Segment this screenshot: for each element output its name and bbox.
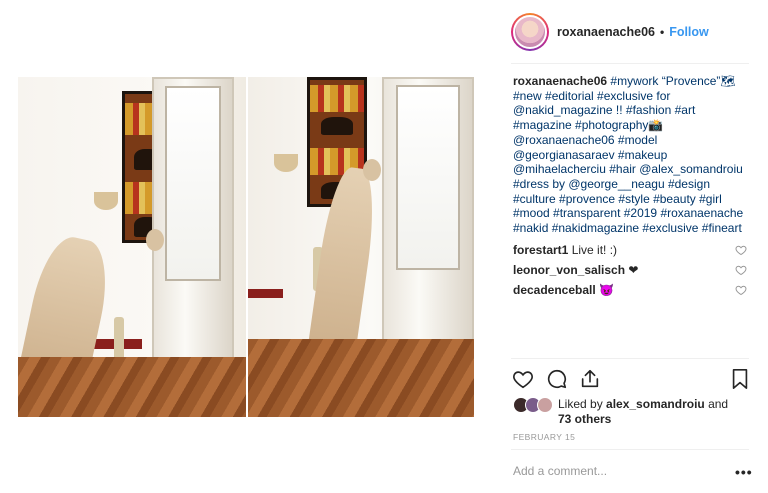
author-avatar[interactable] <box>511 13 549 51</box>
caption-line: #magazine #photography📸 <box>513 118 664 133</box>
comment-text: Live it! :) <box>568 243 618 257</box>
comment-item: forestart1 Live it! :) <box>513 243 749 257</box>
comment-heart-icon[interactable] <box>735 264 747 276</box>
header-divider <box>511 63 749 64</box>
caption-line: #dress by @george__neagu #design <box>513 176 710 191</box>
caption-line: @mihaelacherciu #hair @alex_somandroiu <box>513 162 743 177</box>
share-icon[interactable] <box>579 368 601 390</box>
comment-text: 😈 <box>595 283 614 297</box>
post-actions <box>512 368 750 392</box>
liker-username[interactable]: alex_somandroiu <box>606 397 705 411</box>
model-head-right <box>363 159 381 181</box>
separator-dot: • <box>659 25 665 39</box>
floor-right <box>247 339 474 417</box>
comment-username[interactable]: forestart1 <box>513 243 568 257</box>
comment-username[interactable]: decadenceball <box>513 283 596 297</box>
flower-vase <box>114 317 124 361</box>
likes-text: Liked by alex_somandroiu and 73 others <box>558 397 729 426</box>
actions-divider <box>511 358 749 359</box>
wall-sconce-right <box>274 154 298 172</box>
floor-left <box>18 357 247 417</box>
post-header: roxanaenache06 • Follow <box>511 12 709 52</box>
photo-right-panel <box>247 77 474 417</box>
comment-heart-icon[interactable] <box>735 284 747 296</box>
liker-avatars[interactable] <box>513 397 555 413</box>
bookmark-icon[interactable] <box>730 368 750 390</box>
caption-author[interactable]: roxanaenache06 <box>513 74 607 88</box>
comment-heart-icon[interactable] <box>735 244 747 256</box>
caption-line: @georgianasaraev #makeup <box>513 147 668 162</box>
caption-line: #culture #provence #style #beauty #girl <box>513 191 722 206</box>
wall-sconce <box>94 192 118 210</box>
comment-username[interactable]: leonor_von_salisch <box>513 263 625 277</box>
more-options-icon[interactable]: ••• <box>735 464 753 480</box>
caption-line: #new #editorial #exclusive for <box>513 88 671 103</box>
others-count-link[interactable]: 73 others <box>558 412 611 426</box>
caption-line: roxanaenache06 #mywork “Provence”🗺 <box>513 74 736 88</box>
likes-summary: Liked by alex_somandroiu and 73 others <box>513 396 749 426</box>
caption-line: @nakid_magazine !! #fashion #art <box>513 103 696 118</box>
author-username[interactable]: roxanaenache06 <box>557 25 655 39</box>
caption-line: #mood #transparent #2019 #roxanaenache <box>513 206 744 221</box>
photo-left-panel <box>18 77 247 417</box>
comment-item: decadenceball 😈 <box>513 283 749 297</box>
model-head-left <box>146 229 164 251</box>
post-photo[interactable] <box>18 77 474 417</box>
comment-text: ❤ <box>625 263 639 277</box>
post-date[interactable]: FEBRUARY 15 <box>513 432 575 442</box>
red-chair-right <box>247 289 283 298</box>
add-comment-input[interactable]: Add a comment... <box>513 464 607 478</box>
comment-icon[interactable] <box>546 368 568 390</box>
comment-divider <box>511 449 749 450</box>
caption-line: @roxanaenache06 #model <box>513 132 658 147</box>
comment-item: leonor_von_salisch ❤ <box>513 263 749 277</box>
caption-line: #nakid #nakidmagazine #exclusive #finear… <box>513 221 742 236</box>
collage-seam <box>246 77 248 417</box>
follow-button[interactable]: Follow <box>669 25 709 39</box>
post-caption: roxanaenache06 #mywork “Provence”🗺 #new … <box>513 74 749 236</box>
heart-icon[interactable] <box>512 368 534 390</box>
